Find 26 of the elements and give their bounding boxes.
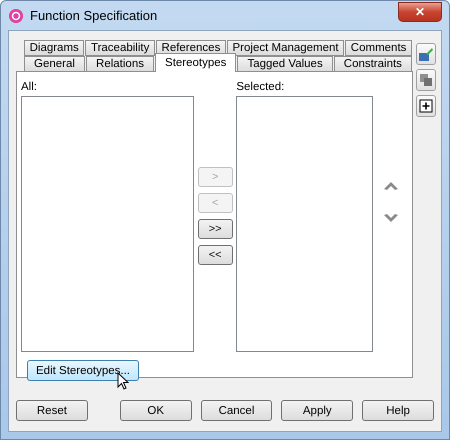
tab[interactable]: Diagrams — [24, 40, 84, 56]
tab[interactable]: General — [24, 56, 85, 72]
tab[interactable]: Traceability — [85, 40, 155, 56]
tab[interactable]: Stereotypes — [155, 53, 236, 72]
tab[interactable]: Tagged Values — [237, 56, 333, 72]
dialog-button[interactable]: Cancel — [200, 400, 272, 421]
dialog-button[interactable]: Help — [362, 400, 434, 421]
dialog-button[interactable]: Reset — [16, 400, 88, 421]
tab[interactable]: Project Management — [226, 40, 344, 56]
move-up-icon[interactable] — [382, 181, 399, 191]
list-label: All: — [21, 81, 38, 95]
transfer-button[interactable]: >> — [198, 219, 233, 239]
selected-list[interactable] — [236, 96, 374, 352]
move-down-icon[interactable] — [382, 213, 399, 223]
tab[interactable]: Comments — [345, 40, 412, 56]
app-logo-icon — [8, 8, 24, 24]
window-title: Function Specification — [30, 8, 158, 23]
dialog-button[interactable]: OK — [120, 400, 192, 421]
tab[interactable]: Relations — [86, 56, 154, 72]
edit-stereotypes-button[interactable]: Edit Stereotypes... — [27, 360, 139, 381]
transfer-button[interactable]: << — [198, 245, 233, 265]
dialog-button[interactable]: Apply — [281, 400, 354, 421]
tab[interactable]: Constraints — [334, 56, 412, 72]
add-icon[interactable] — [416, 95, 436, 117]
list-label: Selected: — [236, 81, 286, 95]
close-button[interactable]: ✕ — [398, 2, 442, 22]
